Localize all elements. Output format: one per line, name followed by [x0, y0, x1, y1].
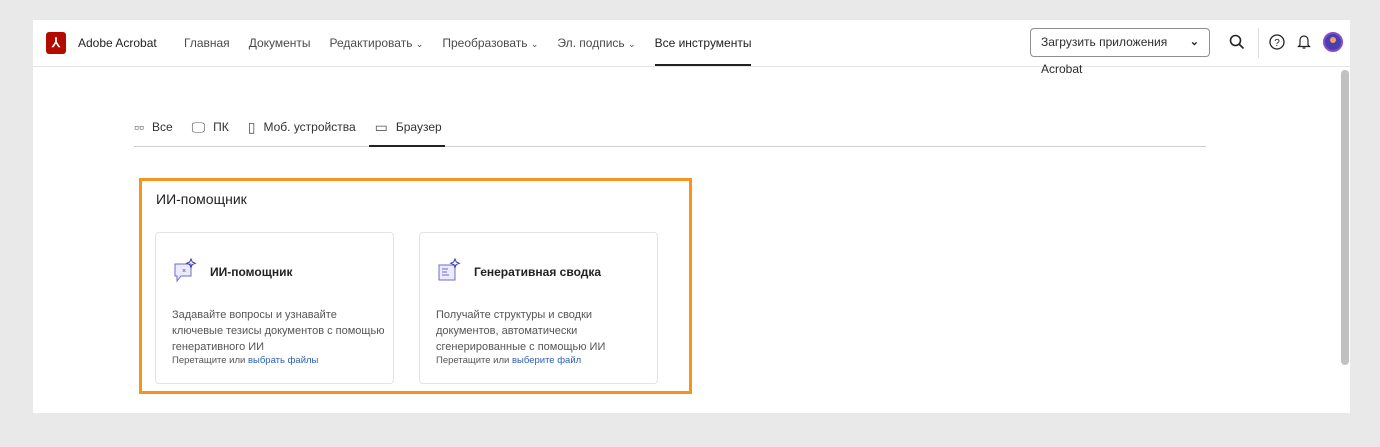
nav-all-tools[interactable]: Все инструменты — [654, 20, 751, 67]
ai-chat-icon: × — [174, 258, 197, 283]
card-title: ИИ-помощник — [210, 265, 293, 279]
tool-card-generative-summary[interactable]: Генеративная сводка Получайте структуры … — [419, 232, 658, 384]
card-drop-hint: Перетащите или выбрать файлы — [172, 355, 318, 366]
tab-label: Браузер — [395, 120, 442, 134]
tab-label: Моб. устройства — [263, 120, 356, 134]
chevron-down-icon: ⌄ — [530, 39, 539, 49]
acrobat-logo-icon[interactable]: ⅄ — [46, 32, 66, 54]
download-apps-button[interactable]: Загрузить приложения Acrobat ⌄ — [1030, 28, 1210, 76]
search-icon[interactable] — [1229, 34, 1245, 50]
avatar[interactable] — [1323, 32, 1343, 52]
ai-assistant-section: ИИ-помощник × ИИ-помощник Задавайте вопр… — [139, 178, 692, 394]
section-title: ИИ-помощник — [156, 191, 247, 207]
brand-name[interactable]: Adobe Acrobat — [78, 36, 157, 50]
card-description: Получайте структуры и сводки документов,… — [436, 309, 606, 353]
divider — [1258, 28, 1259, 58]
platform-tabs: ▫▫ Все 🖵 ПК ▯ Моб. устройства ▭ Браузер — [134, 108, 1206, 147]
tab-desktop[interactable]: 🖵 ПК — [192, 108, 229, 146]
nav-esign[interactable]: Эл. подпись ⌄ — [557, 20, 635, 67]
svg-text:?: ? — [1274, 38, 1280, 49]
nav-home[interactable]: Главная — [184, 20, 230, 67]
download-apps-label: Загрузить приложения Acrobat — [1041, 35, 1168, 76]
drop-text: Перетащите или — [172, 355, 246, 366]
chevron-down-icon: ⌄ — [415, 39, 424, 49]
tab-all[interactable]: ▫▫ Все — [134, 108, 173, 146]
card-description: Задавайте вопросы и узнавайте ключевые т… — [172, 309, 385, 353]
nav-esign-label: Эл. подпись — [557, 36, 625, 50]
app-window: ⅄ Adobe Acrobat Главная Документы Редакт… — [33, 20, 1350, 413]
summary-icon — [438, 258, 461, 281]
scrollbar[interactable] — [1341, 70, 1349, 365]
tab-label: Все — [151, 120, 173, 134]
tool-card-ai-assistant[interactable]: × ИИ-помощник Задавайте вопросы и узнава… — [155, 232, 394, 384]
card-title: Генеративная сводка — [474, 265, 602, 279]
nav-convert-label: Преобразовать — [442, 36, 528, 50]
select-file-link[interactable]: выберите файл — [512, 355, 581, 366]
top-header: ⅄ Adobe Acrobat Главная Документы Редакт… — [33, 20, 1350, 76]
select-files-link[interactable]: выбрать файлы — [248, 355, 318, 366]
nav-convert[interactable]: Преобразовать ⌄ — [442, 20, 538, 67]
bell-icon[interactable] — [1297, 34, 1311, 50]
drop-text: Перетащите или — [436, 355, 510, 366]
desktop-icon: 🖵 — [191, 118, 206, 135]
browser-icon: ▭ — [374, 118, 388, 135]
nav-edit-label: Редактировать — [329, 36, 413, 50]
svg-text:×: × — [182, 268, 186, 275]
tab-mobile[interactable]: ▯ Моб. устройства — [248, 108, 356, 146]
mobile-icon: ▯ — [247, 118, 256, 135]
nav-edit[interactable]: Редактировать ⌄ — [330, 20, 424, 67]
card-drop-hint: Перетащите или выберите файл — [436, 355, 581, 366]
chevron-down-icon: ⌄ — [628, 39, 636, 49]
help-icon[interactable]: ? — [1269, 34, 1285, 50]
chevron-down-icon: ⌄ — [1189, 36, 1199, 48]
nav-documents[interactable]: Документы — [249, 20, 311, 67]
main-nav: Главная Документы Редактировать ⌄ Преобр… — [184, 20, 770, 67]
tab-label: ПК — [213, 120, 229, 134]
tab-browser[interactable]: ▭ Браузер — [368, 108, 445, 147]
grid-icon: ▫▫ — [134, 119, 144, 135]
